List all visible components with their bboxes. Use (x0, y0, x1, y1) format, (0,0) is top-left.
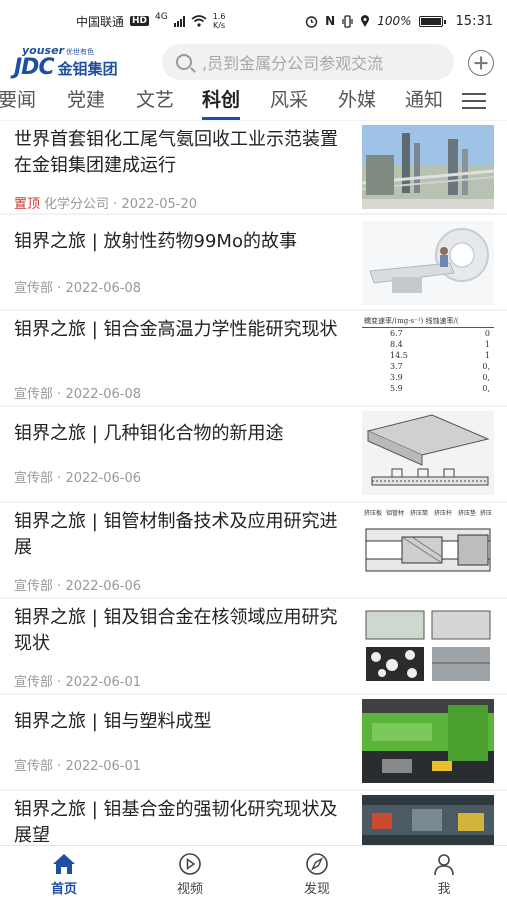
nav-discover[interactable]: 发现 (287, 852, 347, 897)
status-bar: 中国联通 HD 4G 1.6 K/s N 100% 15:31 (0, 0, 507, 42)
table-cell: 3.9 (390, 373, 403, 382)
svg-text:钼管材: 钼管材 (386, 509, 404, 517)
article-title: 钼界之旅 | 放射性药物99Mo的故事 (14, 231, 297, 252)
tab-dangjian[interactable]: 党建 (67, 86, 105, 120)
table-row: 3.7 0, (362, 361, 494, 372)
list-item[interactable]: 钼界之旅 | 钼及钼合金在核领域应用研究现状 宣传部 · 2022-06-01 (0, 599, 507, 693)
article-meta: 宣传部 · 2022-06-06 (14, 579, 141, 594)
table-cell: 5.9 (390, 384, 403, 393)
article-title: 钼界之旅 | 钼管材制备技术及应用研究进展 (14, 511, 338, 558)
search-placeholder: ,员到金属分公司参观交流 (202, 54, 384, 73)
article-title: 钼界之旅 | 钼基合金的强韧化研究现状及展望 (14, 799, 338, 845)
list-item[interactable]: 钼界之旅 | 放射性药物99Mo的故事 宣传部 · 2022-06-08 (0, 215, 507, 309)
table-cell: 14.5 (390, 351, 408, 360)
list-item[interactable]: 世界首套钼化工尾气氨回收工业示范装置在金钼集团建成运行 置顶 化学分公司 · 20… (0, 121, 507, 213)
net-speed: 1.6 K/s (212, 12, 226, 30)
pinned-badge: 置顶 (14, 197, 41, 212)
user-icon (434, 854, 454, 876)
bottom-nav: 首页 视频 发现 我 (0, 845, 507, 900)
article-thumbnail (362, 221, 494, 305)
table-cell: 0, (482, 362, 490, 371)
table-row: 3.9 0, (362, 372, 494, 383)
tab-wenyi[interactable]: 文艺 (136, 86, 174, 120)
nav-video[interactable]: 视频 (160, 852, 220, 897)
network-label: 4G (155, 12, 168, 22)
battery-percent: 100% (377, 14, 412, 28)
article-thumbnail (362, 125, 494, 209)
table-row: 6.7 0 (362, 328, 494, 339)
tab-waimei[interactable]: 外媒 (338, 86, 376, 120)
article-meta: 宣传部 · 2022-06-08 (14, 281, 141, 296)
table-cell: 0, (482, 384, 490, 393)
table-cell: 6.7 (390, 329, 403, 338)
table-cell: 8.4 (390, 340, 403, 349)
list-item[interactable]: 钼界之旅 | 钼合金高温力学性能研究现状 宣传部 · 2022-06-08 蠕变… (0, 311, 507, 405)
table-cell: 1 (484, 351, 490, 360)
tab-tongzhi[interactable]: 通知 (405, 86, 443, 120)
article-meta: 置顶 化学分公司 · 2022-05-20 (14, 197, 198, 212)
hd-badge: HD (130, 16, 150, 26)
list-item[interactable]: 钼界之旅 | 几种钼化合物的新用途 宣传部 · 2022-06-06 (0, 407, 507, 501)
menu-icon[interactable] (462, 91, 486, 111)
svg-text:挤压杆: 挤压杆 (434, 509, 452, 517)
category-tabs: 要闻 党建 文艺 科创 风采 外媒 通知 (0, 86, 507, 120)
article-title: 钼界之旅 | 几种钼化合物的新用途 (14, 423, 284, 444)
article-thumbnail (362, 603, 494, 687)
search-icon (176, 54, 192, 70)
article-title: 钼界之旅 | 钼及钼合金在核领域应用研究现状 (14, 607, 338, 654)
table-row: 5.9 0, (362, 383, 494, 394)
play-icon (179, 853, 201, 875)
compass-icon (306, 853, 328, 875)
article-thumbnail (362, 795, 494, 845)
table-cell: 0 (484, 329, 490, 338)
wifi-icon (191, 15, 207, 27)
svg-text:挤压: 挤压 (480, 509, 492, 517)
tab-yaowen[interactable]: 要闻 (0, 86, 36, 120)
tab-kechuang[interactable]: 科创 (202, 86, 241, 120)
signal-icon (173, 15, 185, 27)
table-cell: 1 (484, 340, 490, 349)
app-header: youser 优世有色 JDC 金钼集团 ,员到金属分公司参观交流 (0, 42, 507, 86)
alarm-icon (305, 15, 318, 28)
jdc-logo: youser 优世有色 JDC 金钼集团 (14, 44, 118, 80)
search-input[interactable]: ,员到金属分公司参观交流 (162, 44, 454, 80)
svg-text:挤压筒: 挤压筒 (410, 509, 428, 517)
clock: 15:31 (455, 13, 493, 29)
carrier-label: 中国联通 (76, 14, 125, 29)
article-meta: 宣传部 · 2022-06-01 (14, 759, 141, 774)
article-title: 钼界之旅 | 钼与塑料成型 (14, 711, 212, 732)
svg-text:挤压板: 挤压板 (364, 509, 382, 517)
article-list: 世界首套钼化工尾气氨回收工业示范装置在金钼集团建成运行 置顶 化学分公司 · 20… (0, 121, 507, 845)
location-icon (361, 14, 370, 27)
article-thumbnail (362, 699, 494, 783)
add-icon[interactable] (468, 50, 494, 76)
table-cell: 0, (482, 373, 490, 382)
article-meta: 宣传部 · 2022-06-01 (14, 675, 141, 690)
battery-icon (418, 15, 446, 27)
table-row: 14.5 1 (362, 350, 494, 361)
article-meta: 宣传部 · 2022-06-06 (14, 471, 141, 486)
table-cell: 3.7 (390, 362, 403, 371)
nfc-icon: N (325, 14, 336, 28)
article-thumbnail: 蠕变速率/(mg·s⁻¹) 线蚀速率/( 6.7 0 8.4 1 14.5 1 3.7 0, 3… (362, 315, 494, 399)
list-item[interactable]: 钼界之旅 | 钼与塑料成型 宣传部 · 2022-06-01 (0, 695, 507, 789)
article-thumbnail: 挤压板 钼管材 挤压筒 挤压杆 挤压垫 挤压 (362, 507, 494, 591)
vibrate-icon (342, 14, 353, 28)
article-thumbnail (362, 411, 494, 495)
list-item[interactable]: 钼界之旅 | 钼基合金的强韧化研究现状及展望 (0, 791, 507, 845)
svg-text:挤压垫: 挤压垫 (458, 509, 476, 517)
article-title: 世界首套钼化工尾气氨回收工业示范装置在金钼集团建成运行 (14, 129, 338, 176)
list-item[interactable]: 钼界之旅 | 钼管材制备技术及应用研究进展 宣传部 · 2022-06-06 挤… (0, 503, 507, 597)
article-title: 钼界之旅 | 钼合金高温力学性能研究现状 (14, 319, 338, 340)
nav-home[interactable]: 首页 (34, 852, 94, 897)
article-meta: 宣传部 · 2022-06-08 (14, 387, 141, 402)
tab-fengcai[interactable]: 风采 (270, 86, 308, 120)
table-row: 8.4 1 (362, 339, 494, 350)
nav-me[interactable]: 我 (414, 852, 474, 897)
home-icon (53, 854, 75, 874)
